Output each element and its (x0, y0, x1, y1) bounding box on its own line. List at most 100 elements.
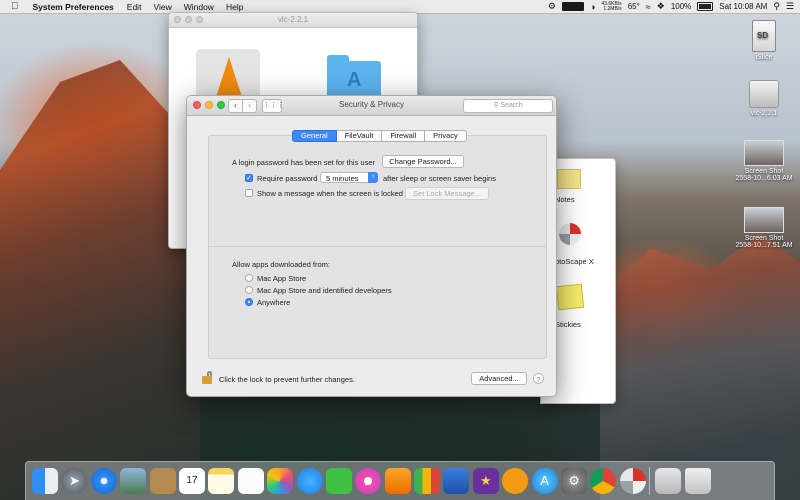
screenshot-thumbnail-icon (744, 140, 784, 166)
login-password-text: A login password has been set for this u… (232, 158, 375, 167)
radio-label-identified-developers[interactable]: Mac App Store and identified developers (257, 286, 392, 295)
menu-window[interactable]: Window (184, 2, 214, 12)
downloads-icon[interactable] (655, 468, 682, 494)
radio-label-mac-app-store[interactable]: Mac App Store (257, 274, 306, 283)
desktop-icon-islice[interactable]: iSlice (729, 20, 799, 61)
close-button[interactable] (174, 16, 181, 23)
desktop-icon-screenshot-2[interactable]: Screen Shot 2558-10...7.51 AM (729, 207, 799, 249)
app-label-stickies[interactable]: Stickies (555, 320, 581, 329)
set-lock-message-button[interactable]: Set Lock Message... (405, 187, 489, 200)
app-store-letter-icon: A (347, 69, 362, 91)
window-titlebar[interactable]: ‹ › ⋮⋮⋮ Security & Privacy ⚲ Search (187, 96, 556, 116)
apple-menu-icon[interactable]:  (11, 1, 19, 12)
lock-body (202, 376, 212, 384)
allow-apps-heading: Allow apps downloaded from: (232, 260, 330, 269)
notes-app-icon[interactable] (557, 169, 581, 189)
tools-icon[interactable]: ⚙ (548, 1, 556, 12)
sd-card-icon (752, 20, 776, 52)
search-placeholder: Search (500, 102, 523, 109)
spotlight-icon[interactable]: ⚲ (773, 1, 780, 12)
desktop-icon-label: 2558-10...7.51 AM (735, 242, 793, 249)
desktop-icon-label: Screen Shot (744, 168, 784, 175)
photoscape-app-icon[interactable] (559, 223, 581, 245)
window-controls (174, 16, 203, 23)
radio-identified-developers[interactable] (245, 286, 253, 294)
menu-edit[interactable]: Edit (127, 2, 142, 12)
wifi-icon[interactable]: ≈ (646, 2, 651, 12)
reminders-icon[interactable] (237, 468, 264, 494)
ibooks-icon[interactable] (502, 468, 529, 494)
calendar-icon[interactable]: 17 (178, 468, 205, 494)
app-label-notes[interactable]: Notes (555, 195, 575, 204)
tab-bar: General FileVault Firewall Privacy (292, 130, 467, 142)
desktop-icon-vlc-drive[interactable]: vlc-2.2.1 (729, 80, 799, 117)
desktop-icon-screenshot-1[interactable]: Screen Shot 2558-10...6.03 AM (729, 140, 799, 182)
menu-help[interactable]: Help (226, 2, 243, 12)
finder-icon[interactable] (32, 468, 58, 494)
change-password-button[interactable]: Change Password... (382, 155, 464, 168)
lock-icon[interactable] (201, 371, 213, 384)
keynote-icon[interactable] (443, 468, 470, 494)
tab-firewall[interactable]: Firewall (382, 130, 426, 142)
show-message-label[interactable]: Show a message when the screen is locked (257, 189, 403, 198)
lock-text: Click the lock to prevent further change… (219, 375, 355, 384)
desktop-icon-label: iSlice (755, 54, 773, 61)
search-input[interactable]: ⚲ Search (463, 99, 553, 113)
net-down: 1.2MB/s (603, 5, 622, 12)
chrome-icon[interactable] (590, 468, 617, 494)
minimize-button[interactable] (185, 16, 192, 23)
general-panel: A login password has been set for this u… (208, 135, 547, 359)
stickies-app-icon[interactable] (555, 283, 585, 311)
security-privacy-window: ‹ › ⋮⋮⋮ Security & Privacy ⚲ Search Gene… (186, 95, 557, 397)
battery-icon[interactable] (697, 2, 714, 11)
numbers-icon[interactable] (414, 468, 441, 494)
menu-view[interactable]: View (153, 2, 171, 12)
itunes-icon[interactable]: ♫ (355, 468, 382, 494)
launchpad-icon[interactable]: ➤ (61, 468, 88, 494)
moon-icon[interactable]: ◑ (590, 2, 595, 12)
ibooks-author-icon[interactable] (384, 468, 411, 494)
app-store-icon[interactable]: A (531, 468, 558, 494)
system-preferences-icon[interactable]: ⚙ (561, 468, 588, 494)
bluetooth-icon[interactable]: ❖ (657, 1, 665, 12)
dock-separator (649, 467, 651, 495)
require-password-checkbox[interactable]: ✓ (245, 174, 253, 182)
monitor-icon[interactable] (561, 2, 584, 11)
after-sleep-text: after sleep or screen saver begins (383, 174, 496, 183)
radio-anywhere[interactable] (245, 298, 253, 306)
temperature[interactable]: 65° (628, 2, 640, 11)
network-speed[interactable]: 43.6KB/s 1.2MB/s (601, 1, 622, 12)
clock[interactable]: Sat 10:08 AM (719, 2, 767, 11)
help-button[interactable]: ? (533, 373, 544, 384)
zoom-button[interactable] (196, 16, 203, 23)
app-label-photoscape[interactable]: otoScape X (555, 257, 594, 266)
desktop-icon-label: 2558-10...6.03 AM (735, 175, 793, 182)
radio-label-anywhere[interactable]: Anywhere (257, 298, 290, 307)
photos-icon[interactable] (267, 468, 294, 494)
desktop-icon-label: Screen Shot (744, 235, 784, 242)
trash-icon[interactable] (684, 468, 711, 494)
facetime-icon[interactable] (325, 468, 352, 494)
preview-icon[interactable] (120, 468, 147, 494)
require-password-delay-select[interactable]: 5 minutes ↕ (320, 172, 378, 183)
contacts-icon[interactable] (149, 468, 176, 494)
notification-center-icon[interactable]: ☰ (786, 1, 794, 12)
safari-icon[interactable] (90, 468, 117, 494)
menu-app-name[interactable]: System Preferences (33, 2, 114, 12)
tab-filevault[interactable]: FileVault (336, 130, 383, 142)
disk-image-icon (749, 80, 779, 108)
messages-icon[interactable] (296, 468, 323, 494)
tab-general[interactable]: General (292, 130, 337, 142)
advanced-button[interactable]: Advanced... (471, 372, 527, 385)
show-message-checkbox[interactable] (245, 189, 253, 197)
notes-icon[interactable] (208, 468, 235, 494)
battery-percent[interactable]: 100% (671, 2, 691, 11)
radio-mac-app-store[interactable] (245, 274, 253, 282)
photoscape-icon[interactable] (619, 468, 646, 494)
imovie-icon[interactable]: ★ (472, 468, 499, 494)
require-password-delay-value: 5 minutes (326, 174, 359, 183)
tab-privacy[interactable]: Privacy (425, 130, 467, 142)
require-password-label[interactable]: Require password (257, 174, 317, 183)
vlc-window-titlebar[interactable]: vlc-2.2.1 (169, 13, 417, 28)
dock: ➤ 17 ♫ ★ A ⚙ (25, 461, 775, 500)
